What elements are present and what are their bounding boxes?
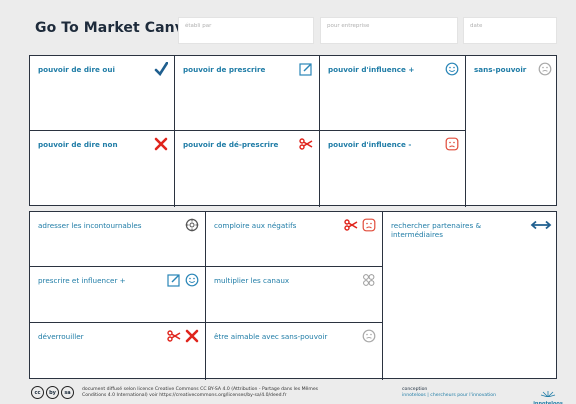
conception-value: innoteloos | chercheurs pour l'innovatio… bbox=[402, 393, 497, 398]
cc-icon: cc bbox=[31, 386, 44, 399]
cell-say-yes[interactable]: pouvoir de dire oui bbox=[30, 56, 175, 131]
date-field[interactable]: date bbox=[463, 17, 557, 44]
cell-partners[interactable]: rechercher partenaires & intermédiaires bbox=[383, 212, 558, 380]
pencil-square-icon bbox=[299, 62, 313, 76]
cell-say-no[interactable]: pouvoir de dire non bbox=[30, 131, 175, 207]
cell-deprescribe[interactable]: pouvoir de dé-prescrire bbox=[175, 131, 320, 207]
strategy-grid-panel: adresser les incontournables prescrire e… bbox=[29, 211, 558, 380]
scissors-icon bbox=[167, 329, 181, 343]
cell-label: pouvoir d'influence + bbox=[328, 65, 415, 74]
by-icon: by bbox=[46, 386, 59, 399]
cell-no-power[interactable]: sans-pouvoir bbox=[466, 56, 558, 207]
smiley-sad-icon bbox=[362, 218, 376, 232]
pencil-square-icon bbox=[167, 273, 181, 287]
canvas-title: Go To Market Canvas bbox=[35, 20, 202, 36]
sa-icon: sa bbox=[61, 386, 74, 399]
cell-negatives[interactable]: comploire aux négatifs bbox=[206, 212, 383, 267]
power-grid-panel: pouvoir de dire oui pouvoir de prescrire… bbox=[29, 55, 558, 207]
conception-block: conception innoteloos | chercheurs pour … bbox=[402, 387, 512, 399]
chain-link-icon bbox=[362, 273, 376, 287]
cell-label: adresser les incontournables bbox=[38, 221, 142, 230]
smiley-neutral-icon bbox=[362, 329, 376, 343]
cell-influence-minus[interactable]: pouvoir d'influence - bbox=[320, 131, 466, 207]
cross-icon bbox=[185, 329, 199, 343]
target-icon bbox=[185, 218, 199, 232]
logo-rays-icon bbox=[540, 391, 556, 398]
license-text: document diffusé selon licence Creative … bbox=[82, 387, 382, 399]
cc-license-badges: cc by sa bbox=[31, 386, 74, 399]
checkmark-icon bbox=[154, 62, 168, 76]
cell-unlock[interactable]: déverrouiller bbox=[30, 323, 206, 380]
cell-label: multiplier les canaux bbox=[214, 276, 290, 285]
cell-label: pouvoir de prescrire bbox=[183, 65, 266, 74]
cross-icon bbox=[154, 137, 168, 151]
smiley-sad-icon bbox=[445, 137, 459, 151]
double-arrow-icon bbox=[530, 218, 552, 232]
cell-prescribe[interactable]: pouvoir de prescrire bbox=[175, 56, 320, 131]
smiley-happy-icon bbox=[185, 273, 199, 287]
innoteloos-logo: innoteloos bbox=[530, 382, 566, 404]
cell-address-key[interactable]: adresser les incontournables bbox=[30, 212, 206, 267]
established-by-field[interactable]: établi par bbox=[178, 17, 314, 44]
company-field[interactable]: pour entreprise bbox=[320, 17, 458, 44]
cell-label: rechercher partenaires & intermédiaires bbox=[391, 221, 482, 239]
cell-label: pouvoir de dire non bbox=[38, 140, 118, 149]
cell-label: comploire aux négatifs bbox=[214, 221, 297, 230]
scissors-icon bbox=[344, 218, 358, 232]
cell-label: pouvoir de dé-prescrire bbox=[183, 140, 279, 149]
smiley-happy-icon bbox=[445, 62, 459, 76]
cell-influence-plus[interactable]: pouvoir d'influence + bbox=[320, 56, 466, 131]
cell-label: prescrire et influencer + bbox=[38, 276, 126, 285]
cell-multiply-channels[interactable]: multiplier les canaux bbox=[206, 267, 383, 323]
cell-label: pouvoir d'influence - bbox=[328, 140, 412, 149]
scissors-icon bbox=[299, 137, 313, 151]
cell-prescribe-influence[interactable]: prescrire et influencer + bbox=[30, 267, 206, 323]
license-line-2: Conditions 4.0 International) voir https… bbox=[82, 393, 287, 398]
cell-be-kind[interactable]: être aimable avec sans-pouvoir bbox=[206, 323, 383, 380]
cell-label: pouvoir de dire oui bbox=[38, 65, 115, 74]
cell-label: être aimable avec sans-pouvoir bbox=[214, 332, 328, 341]
smiley-neutral-icon bbox=[538, 62, 552, 76]
cell-label: déverrouiller bbox=[38, 332, 84, 341]
